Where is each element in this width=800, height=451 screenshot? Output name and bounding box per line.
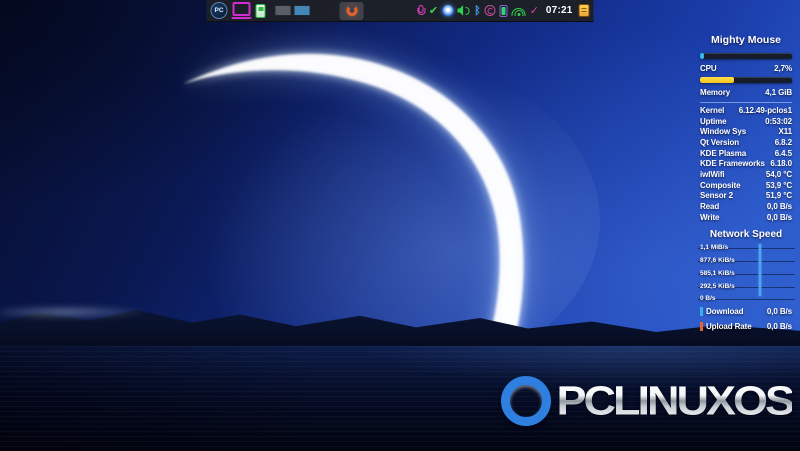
info-row-windowsys: Window Sys X11 (700, 127, 792, 137)
upload-row: Upload Rate 0,0 B/s (700, 321, 792, 333)
network-speed-title: Network Speed (709, 228, 783, 240)
pclinuxos-menu-icon: PC (214, 7, 224, 14)
info-row-frameworks: KDE Frameworks 6.18.0 (700, 159, 792, 169)
gridline: 0 B/s (698, 295, 795, 302)
info-row-sensor2: Sensor 2 51,9 °C (700, 191, 792, 201)
pager-desktop-2[interactable] (293, 5, 311, 16)
cpu-row: CPU 2,7% (700, 62, 792, 74)
upload-legend-icon (700, 322, 703, 332)
pclinuxos-logo-text: PCLINUXOS (556, 377, 795, 424)
memory-bar (700, 77, 792, 83)
package-manager-icon[interactable] (255, 3, 266, 18)
system-info-list: Kernel 6.12.49-pclos1 Uptime 0:53:02 Windo… (700, 105, 792, 223)
laptop-launcher-icon[interactable] (231, 2, 252, 19)
system-monitor-widget: Mighty Mouse CPU 2,7% Memory 4,1 GiB Ker… (698, 34, 795, 336)
upload-value: 0,0 B/s (766, 322, 792, 332)
cpu-bar (700, 53, 792, 59)
widget-title: Mighty Mouse (711, 34, 781, 46)
download-label: Download (706, 307, 744, 317)
info-row-iwlwifi: iwlWifi 54,0 °C (700, 169, 792, 179)
pclinuxos-logo: PCLINUXOS (501, 375, 795, 427)
separator (700, 102, 792, 103)
info-row-composite: Composite 53,9 °C (700, 180, 792, 190)
cpu-label: CPU (700, 63, 717, 73)
app-menu-button[interactable]: PC (210, 2, 228, 19)
volume-icon[interactable] (457, 5, 470, 16)
clock[interactable]: 07:21 (546, 5, 573, 16)
memory-label: Memory (700, 87, 731, 97)
upload-label: Upload Rate (706, 322, 752, 332)
info-row-uptime: Uptime 0:53:02 (700, 116, 792, 126)
kde-connect-icon[interactable] (499, 4, 508, 17)
memory-value: 4,1 GiB (765, 87, 792, 97)
pclinuxos-logo-ring-icon (501, 376, 552, 426)
system-tray: ✔ ᛒ ✓ 07:21 (417, 4, 590, 17)
gridline: 292,5 KiB/s (698, 283, 795, 290)
bluetooth-icon[interactable]: ᛒ (474, 5, 481, 16)
horseshoe-app-icon (346, 5, 357, 16)
cpu-value: 2,7% (774, 63, 792, 73)
gridline: 1,1 MiB/s (698, 244, 795, 251)
download-value: 0,0 B/s (766, 307, 792, 317)
cpu-bar-fill (700, 53, 704, 59)
desktop: PCLINUXOS PC ✔ ᛒ ✓ 07:21 Mighty Mouse CP… (0, 0, 800, 451)
virtual-desktop-pager (274, 5, 311, 16)
disc-icon[interactable] (484, 5, 496, 16)
top-panel: PC ✔ ᛒ ✓ 07:21 (206, 0, 594, 22)
download-legend-icon (700, 307, 703, 317)
download-spike (759, 243, 762, 296)
updates-check-icon[interactable]: ✓ (530, 5, 539, 16)
wifi-icon[interactable] (511, 6, 526, 16)
memory-row: Memory 4,1 GiB (700, 86, 792, 98)
checkmark-icon[interactable]: ✔ (429, 5, 438, 16)
download-row: Download 0,0 B/s (700, 306, 792, 318)
pager-desktop-1[interactable] (274, 5, 292, 16)
clipboard-icon[interactable] (578, 4, 590, 17)
info-row-plasma: KDE Plasma 6.4.5 (700, 148, 792, 158)
info-row-kernel: Kernel 6.12.49-pclos1 (700, 105, 792, 115)
memory-bar-fill (700, 77, 735, 83)
info-row-write: Write 0,0 B/s (700, 212, 792, 222)
network-speed-graph: 1,1 MiB/s 877,6 KiB/s 585,1 KiB/s 292,5 … (698, 243, 795, 302)
info-row-qt: Qt Version 6.8.2 (700, 137, 792, 147)
gridline: 585,1 KiB/s (698, 270, 795, 277)
task-button[interactable] (339, 1, 364, 20)
clouds (0, 233, 800, 355)
microphone-icon[interactable] (417, 4, 426, 17)
status-orb-icon[interactable] (442, 5, 454, 16)
info-row-read: Read 0,0 B/s (700, 202, 792, 212)
gridline: 877,6 KiB/s (698, 257, 795, 264)
